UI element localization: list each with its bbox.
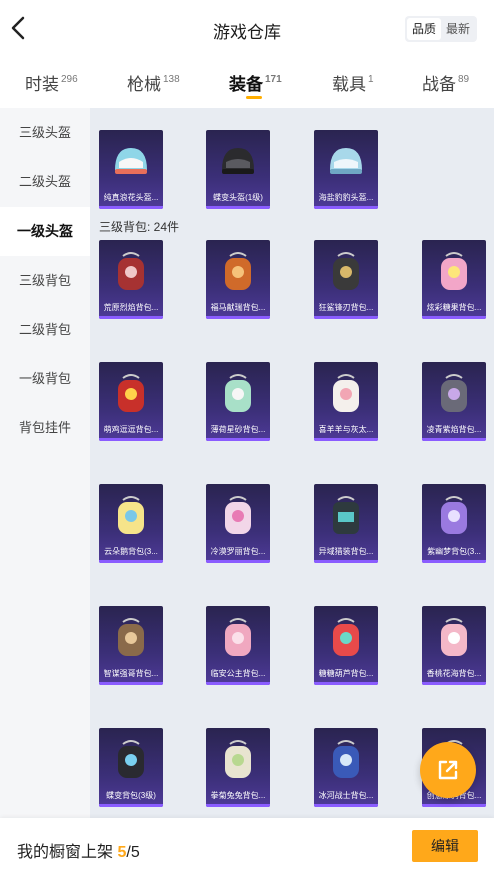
sidebar-item-level1-backpack[interactable]: 一级背包 xyxy=(0,354,90,403)
tab-count: 1 xyxy=(368,74,374,85)
backpack-card[interactable]: 糖糖葫芦背包... xyxy=(314,606,378,685)
backpack-card[interactable]: 冷漠罗丽背包... xyxy=(206,484,270,563)
backpack-icon xyxy=(118,374,144,412)
showcase-status: 我的橱窗上架 5/5 xyxy=(17,844,140,861)
sort-latest[interactable]: 最新 xyxy=(441,18,475,40)
backpack-icon xyxy=(333,252,359,290)
backpack-icon xyxy=(225,618,251,656)
backpack-icon xyxy=(118,496,144,534)
sidebar-item-level2-backpack[interactable]: 二级背包 xyxy=(0,305,90,354)
tab-fashion[interactable]: 时装 296 xyxy=(25,70,78,95)
helmet-icon xyxy=(222,148,254,174)
backpack-card[interactable]: 薄荷星砂背包... xyxy=(206,362,270,441)
backpack-icon xyxy=(441,496,467,534)
share-button[interactable] xyxy=(420,742,476,798)
edit-button[interactable]: 编辑 xyxy=(412,830,478,862)
tab-count: 89 xyxy=(458,74,470,85)
tab-equipment[interactable]: 装备 171 xyxy=(229,70,282,95)
backpack-card[interactable]: 智谋强哥背包... xyxy=(99,606,163,685)
backpack-card[interactable]: 香桃花海背包... xyxy=(422,606,486,685)
backpack-card[interactable]: 萌鸡逗逗背包... xyxy=(99,362,163,441)
tab-vehicles[interactable]: 载具 1 xyxy=(332,70,374,95)
backpack-card[interactable]: 临安公主背包... xyxy=(206,606,270,685)
backpack-icon xyxy=(118,618,144,656)
sidebar: 三级头盔 二级头盔 一级头盔 三级背包 二级背包 一级背包 背包挂件 xyxy=(0,108,90,818)
backpack-card[interactable]: 紫幽梦背包(3... xyxy=(422,484,486,563)
active-tab-indicator xyxy=(246,96,262,99)
backpack-card[interactable]: 喜羊羊与灰太... xyxy=(314,362,378,441)
helmet-card[interactable]: 纯真浪花头盔... xyxy=(99,130,163,209)
sidebar-item-level1-helmet[interactable]: 一级头盔 xyxy=(0,207,90,256)
tab-supplies[interactable]: 战备 89 xyxy=(422,70,469,95)
showcase-total: /5 xyxy=(126,844,140,861)
sidebar-item-level3-helmet[interactable]: 三级头盔 xyxy=(0,108,90,157)
backpack-icon xyxy=(225,374,251,412)
helmet-icon xyxy=(115,148,147,174)
backpack-icon xyxy=(333,618,359,656)
tab-count: 138 xyxy=(163,74,180,85)
tab-firearms[interactable]: 枪械 138 xyxy=(127,70,180,95)
backpack-card[interactable]: 福马献瑞背包... xyxy=(206,240,270,319)
backpack-icon xyxy=(441,252,467,290)
backpack-icon xyxy=(118,252,144,290)
backpack-card[interactable]: 荒原烈焰背包... xyxy=(99,240,163,319)
sort-quality[interactable]: 品质 xyxy=(407,18,441,40)
category-tabs: 时装 296 枪械 138 装备 171 载具 1 战备 89 xyxy=(0,62,494,106)
backpack-icon xyxy=(441,618,467,656)
backpack-card[interactable]: 异域猎装背包... xyxy=(314,484,378,563)
helmet-icon xyxy=(330,148,362,174)
helmet-card[interactable]: 海盐豹豹头盔... xyxy=(314,130,378,209)
sidebar-item-level3-backpack[interactable]: 三级背包 xyxy=(0,256,90,305)
tab-count: 296 xyxy=(61,74,78,85)
backpack-icon xyxy=(225,740,251,778)
item-grid: 纯真浪花头盔... 蝶变头盔(1级) 海盐豹豹头盔... 三级背包: 24件 荒… xyxy=(90,108,494,818)
backpack-card[interactable]: 冰河战士背包... xyxy=(314,728,378,807)
backpack-icon xyxy=(333,496,359,534)
backpack-icon xyxy=(441,374,467,412)
backpack-card[interactable]: 蝶变背包(3级) xyxy=(99,728,163,807)
backpack-card[interactable]: 凌青紫焰背包... xyxy=(422,362,486,441)
backpack-card[interactable]: 狂鲨锋刃背包... xyxy=(314,240,378,319)
tab-count: 171 xyxy=(265,74,282,85)
section-label-level3-backpack: 三级背包: 24件 xyxy=(99,220,180,234)
backpack-icon xyxy=(333,374,359,412)
helmet-card[interactable]: 蝶变头盔(1级) xyxy=(206,130,270,209)
sidebar-item-backpack-charm[interactable]: 背包挂件 xyxy=(0,403,90,452)
backpack-icon xyxy=(333,740,359,778)
backpack-icon xyxy=(225,496,251,534)
backpack-card[interactable]: 云朵鹅背包(3... xyxy=(99,484,163,563)
backpack-card[interactable]: 拳菊兔兔背包... xyxy=(206,728,270,807)
external-link-icon xyxy=(438,760,458,780)
sort-toggle[interactable]: 品质 最新 xyxy=(405,16,477,42)
backpack-icon xyxy=(225,252,251,290)
backpack-card[interactable]: 炫彩糖果背包... xyxy=(422,240,486,319)
header: 游戏仓库 品质 最新 xyxy=(0,0,494,58)
sidebar-item-level2-helmet[interactable]: 二级头盔 xyxy=(0,157,90,206)
showcase-footer: 我的橱窗上架 5/5 编辑 xyxy=(0,818,494,875)
backpack-icon xyxy=(118,740,144,778)
